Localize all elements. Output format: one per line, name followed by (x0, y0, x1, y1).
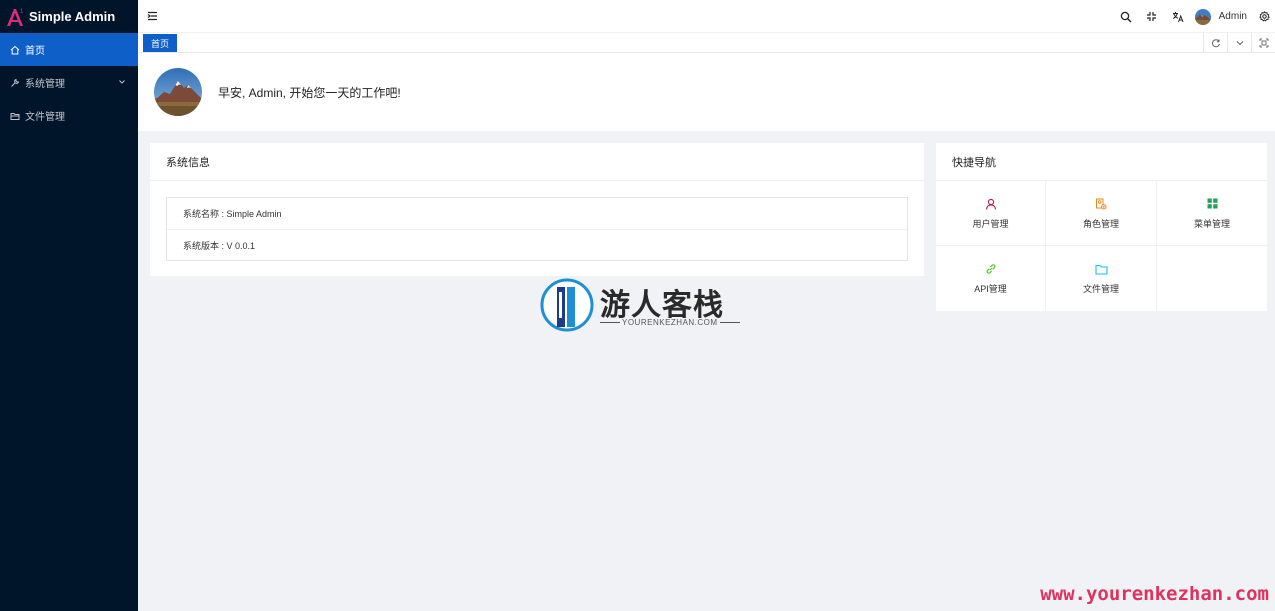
avatar (1194, 8, 1211, 25)
quick-nav-grid: 用户管理 角色管理 菜单管理 API管理 文件管理 (936, 181, 1267, 311)
sidebar: 1 Simple Admin 首页 系统管理 文件管理 (0, 0, 138, 611)
app-title: Simple Admin (29, 9, 116, 24)
expand-content-icon[interactable] (1251, 33, 1275, 53)
quick-nav-api[interactable]: API管理 (936, 246, 1046, 311)
tab-home[interactable]: 首页 (143, 34, 178, 52)
chevron-down-icon (118, 78, 126, 89)
quick-nav-empty (1157, 246, 1267, 311)
quick-nav-label: 文件管理 (1082, 284, 1119, 294)
quick-nav-roles[interactable]: 角色管理 (1046, 181, 1157, 246)
avatar (154, 68, 202, 116)
sidebar-item-label: 文件管理 (25, 112, 65, 123)
quick-nav-label: API管理 (974, 284, 1007, 294)
system-version-row: 系统版本 : V 0.0.1 (167, 229, 907, 260)
fullscreen-icon[interactable] (1139, 0, 1165, 33)
greeting-panel: 早安, Admin, 开始您一天的工作吧! (138, 53, 1275, 131)
sidebar-item-label: 系统管理 (25, 79, 65, 90)
chevron-down-icon[interactable] (1227, 33, 1251, 53)
quick-nav-label: 用户管理 (972, 218, 1009, 229)
tab-actions (1203, 33, 1275, 53)
watermark-subtitle-text: YOURENKEZHAN.COM (622, 318, 718, 327)
logo[interactable]: 1 Simple Admin (0, 0, 138, 33)
translate-icon[interactable] (1165, 0, 1191, 33)
sidebar-item-files[interactable]: 文件管理 (0, 99, 138, 132)
search-icon[interactable] (1113, 0, 1139, 33)
system-info-card: 系统信息 系统名称 : Simple Admin 系统版本 : V 0.0.1 (150, 143, 924, 276)
quick-nav-menus[interactable]: 菜单管理 (1157, 181, 1267, 246)
quick-nav-files[interactable]: 文件管理 (1046, 246, 1157, 311)
user-name: Admin (1218, 11, 1247, 22)
quick-nav-label: 角色管理 (1082, 218, 1119, 229)
tab-label: 首页 (151, 38, 170, 49)
logo-a-icon: 1 (6, 6, 26, 28)
grid-icon (1205, 197, 1219, 211)
quick-nav-card: 快捷导航 用户管理 角色管理 菜单管理 API管理 文件管理 (936, 143, 1267, 311)
user-menu[interactable]: Admin (1191, 8, 1253, 25)
home-icon (9, 44, 21, 56)
top-header: Admin (138, 0, 1275, 33)
watermark-emblem-icon (540, 278, 594, 337)
header-actions: Admin (1113, 0, 1275, 33)
system-name-row: 系统名称 : Simple Admin (183, 209, 282, 219)
watermark-url: www.yourenkezhan.com (1040, 583, 1269, 605)
menu-fold-icon[interactable] (145, 9, 159, 23)
svg-text:1: 1 (20, 9, 24, 15)
folder-icon (9, 110, 21, 122)
card-title: 系统信息 (150, 143, 924, 181)
watermark-logo: 游人客栈 YOURENKEZHAN.COM (540, 278, 740, 332)
greeting-text: 早安, Admin, 开始您一天的工作吧! (218, 85, 401, 100)
sidebar-item-label: 首页 (25, 46, 45, 57)
tabs-bar: 首页 (138, 33, 1275, 53)
link-icon (984, 262, 998, 276)
system-info-table: 系统名称 : Simple Admin 系统版本 : V 0.0.1 (166, 197, 908, 261)
user-icon (984, 197, 998, 211)
watermark-subtitle: YOURENKEZHAN.COM (600, 318, 740, 327)
quick-nav-label: 菜单管理 (1193, 218, 1230, 229)
role-icon (1094, 197, 1108, 211)
card-title: 快捷导航 (936, 143, 1267, 181)
reload-icon[interactable] (1203, 33, 1227, 53)
wrench-icon (9, 77, 21, 89)
folder-icon (1094, 262, 1108, 276)
gear-icon[interactable] (1253, 0, 1275, 33)
sidebar-item-system[interactable]: 系统管理 (0, 66, 138, 99)
sidebar-item-home[interactable]: 首页 (0, 33, 138, 66)
quick-nav-users[interactable]: 用户管理 (936, 181, 1046, 246)
